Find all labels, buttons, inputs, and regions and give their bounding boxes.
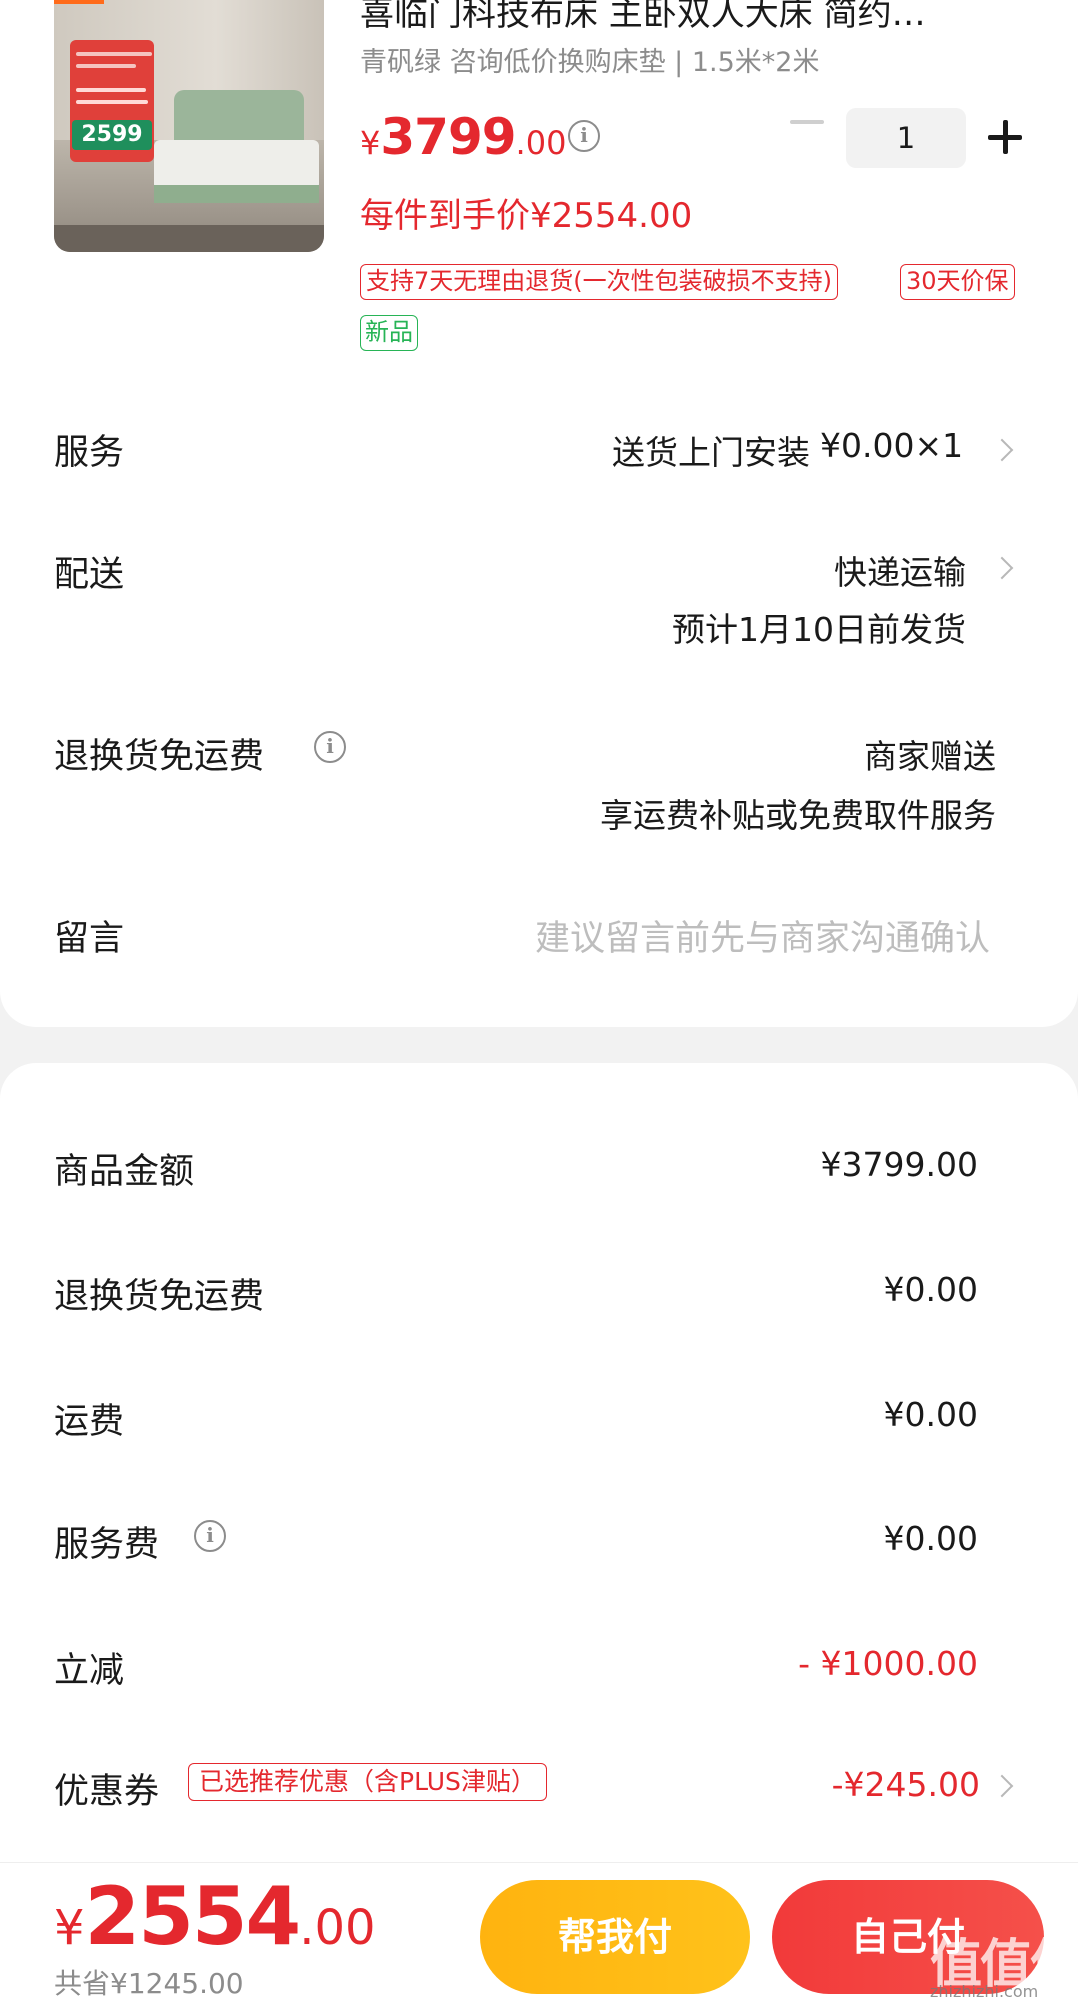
unit-price-decimal: .00 [515, 124, 567, 162]
product-title[interactable]: 喜临门科技布床 主卧双人大床 简约… [360, 0, 926, 35]
plus-icon[interactable] [988, 120, 1022, 154]
shipping-fee-label: 运费 [54, 1402, 125, 1442]
coupon-value[interactable]: -¥245.00 [700, 1765, 980, 1804]
total-decimal: .00 [299, 1900, 376, 1956]
service-fee-label: 服务费 [54, 1525, 160, 1565]
message-label: 留言 [54, 919, 125, 959]
image-promo-line [76, 100, 148, 104]
minus-icon[interactable] [790, 120, 824, 124]
service-fee-info-icon[interactable]: i [194, 1520, 226, 1552]
image-promo-line [76, 52, 152, 56]
image-bottom-strip [54, 225, 324, 252]
total-currency: ¥ [54, 1900, 85, 1956]
total-saved: 共省¥1245.00 [54, 1967, 244, 2000]
price-protect-tag: 30天价保 [900, 264, 1015, 300]
unit-price-integer: 3799 [380, 108, 516, 166]
return-fee-value: ¥0.00 [883, 1270, 978, 1309]
delivery-label: 配送 [54, 555, 125, 595]
return-shipping-desc: 享运费补贴或免费取件服务 [600, 796, 996, 835]
instant-discount-value: - ¥1000.00 [798, 1644, 978, 1683]
watermark-url: zhizhizhi.com [930, 1982, 1039, 2001]
message-input[interactable]: 建议留言前先与商家沟通确认 [450, 910, 990, 961]
new-product-tag: 新品 [360, 315, 418, 351]
image-promo-line [76, 88, 146, 92]
delivery-eta: 预计1月10日前发货 [672, 610, 966, 649]
image-promo-line [76, 64, 136, 68]
image-bed [154, 140, 319, 190]
goods-amount-value: ¥3799.00 [820, 1145, 978, 1184]
return-shipping-label: 退换货免运费 [54, 737, 265, 777]
help-me-pay-button[interactable]: 帮我付 [480, 1880, 750, 1994]
final-price: 每件到手价¥2554.00 [360, 196, 693, 236]
unit-price: ¥3799.00 [360, 108, 566, 166]
return-fee-label: 退换货免运费 [54, 1277, 265, 1317]
instant-discount-label: 立减 [54, 1651, 125, 1691]
service-fee-value: ¥0.00 [883, 1519, 978, 1558]
coupon-tag[interactable]: 已选推荐优惠（含PLUS津贴） [188, 1763, 547, 1801]
product-spec[interactable]: 青矾绿 咨询低价换购床垫 | 1.5米*2米 [360, 40, 819, 79]
service-price[interactable]: ¥0.00×1 [820, 426, 963, 465]
image-corner-tag [54, 0, 104, 4]
return-shipping-value: 商家赠送 [864, 737, 996, 776]
image-bed-base [154, 185, 319, 203]
total-price: ¥2554.00 [54, 1870, 376, 1963]
return-info-icon[interactable]: i [314, 731, 346, 763]
service-label: 服务 [54, 433, 125, 473]
delivery-method[interactable]: 快递运输 [700, 546, 966, 594]
goods-amount-label: 商品金额 [54, 1152, 195, 1192]
coupon-label: 优惠券 [54, 1772, 160, 1812]
total-integer: 2554 [84, 1870, 302, 1963]
product-image[interactable]: 2599 [54, 0, 324, 252]
shipping-fee-value: ¥0.00 [883, 1395, 978, 1434]
price-info-icon[interactable]: i [568, 120, 600, 152]
quantity-stepper[interactable]: 1 [846, 108, 966, 168]
image-price-badge: 2599 [72, 120, 152, 150]
return-policy-tag: 支持7天无理由退货(一次性包装破损不支持) [360, 264, 838, 300]
service-value[interactable]: 送货上门安装 [560, 426, 810, 474]
unit-price-currency: ¥ [360, 124, 381, 162]
